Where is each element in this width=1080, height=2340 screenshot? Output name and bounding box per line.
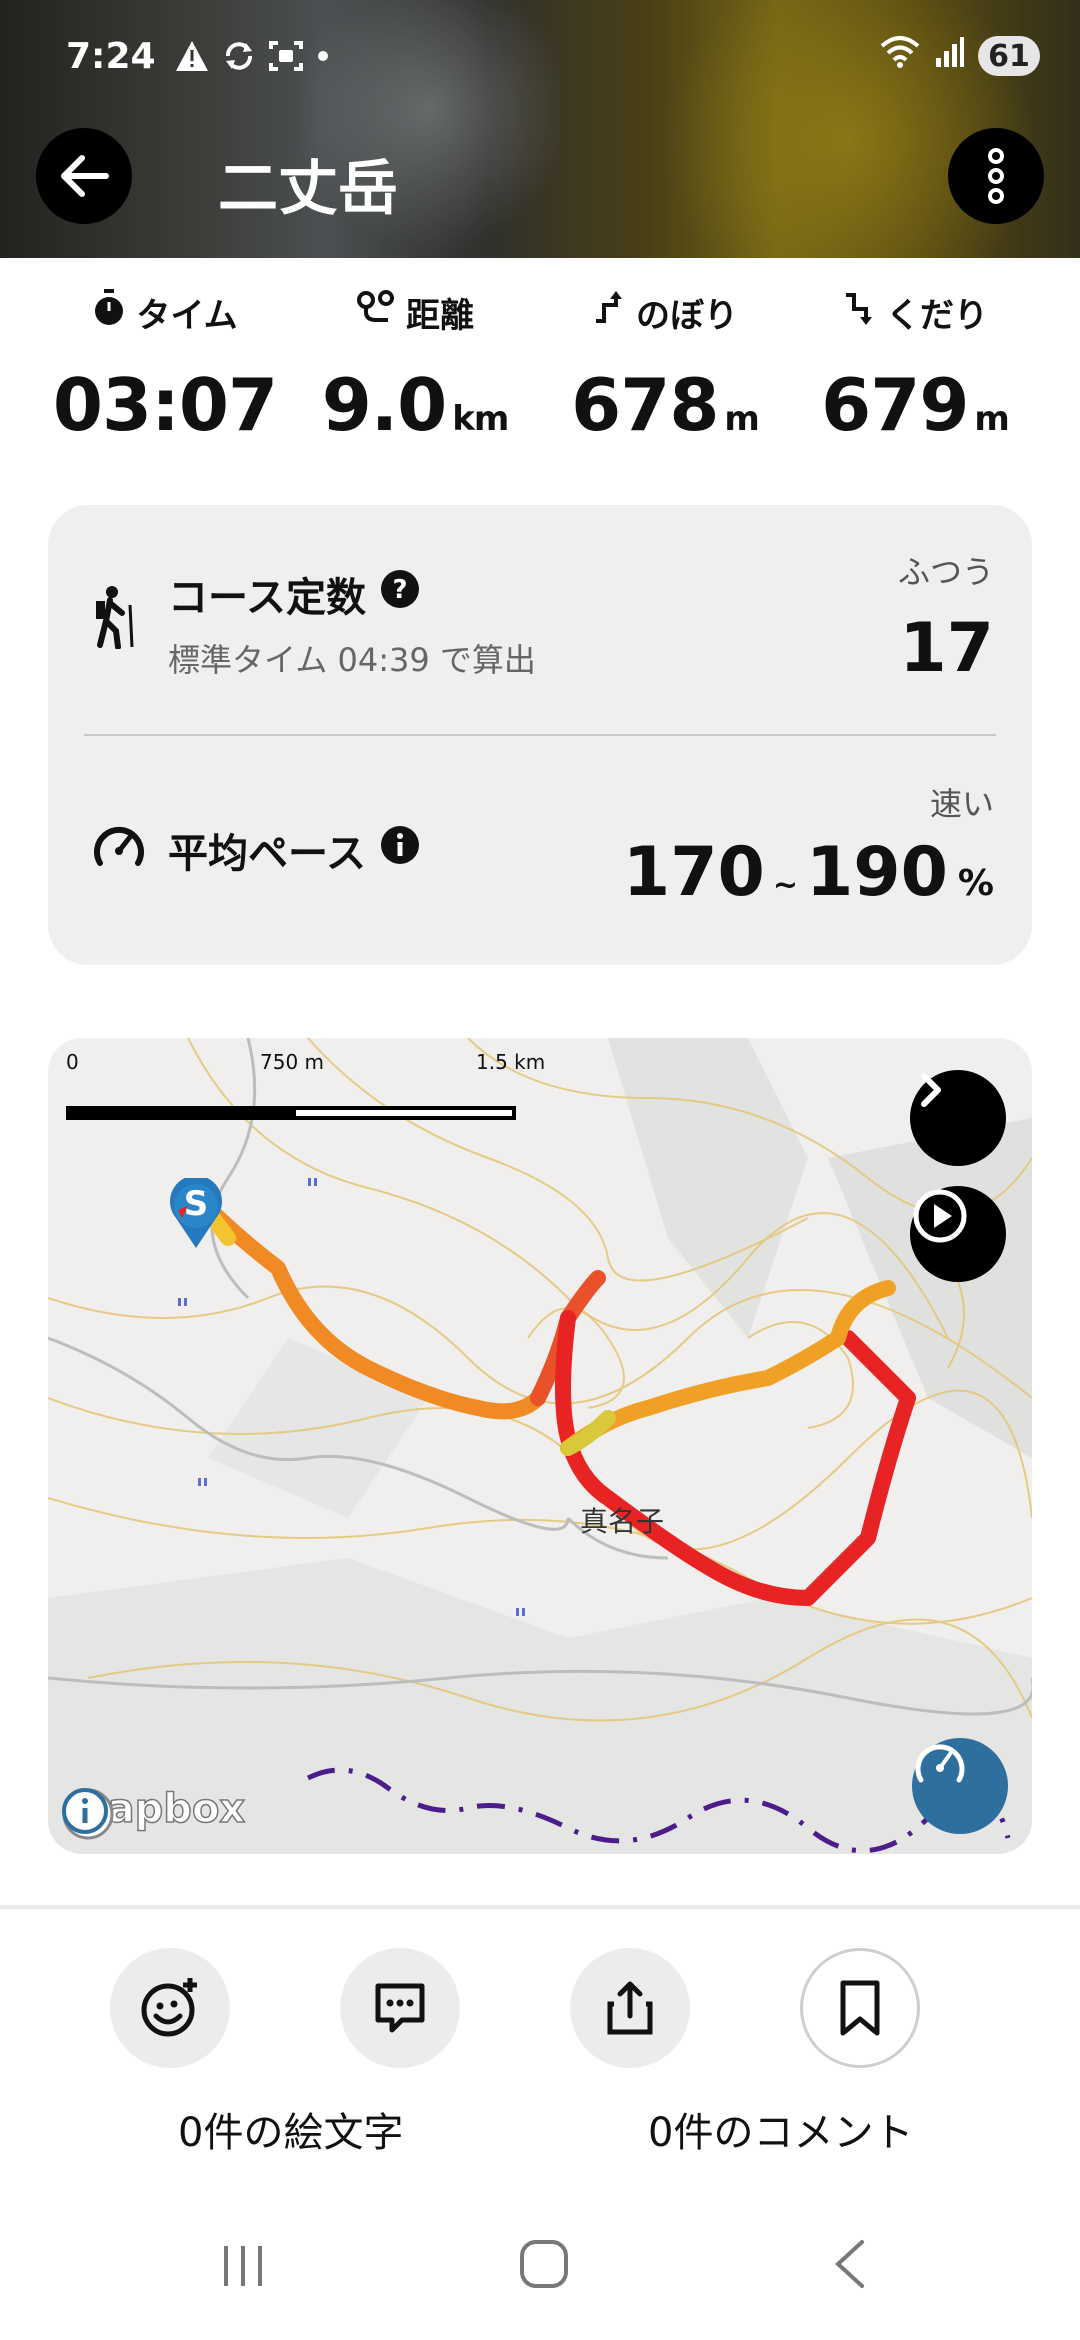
system-nav-bar	[0, 2230, 1080, 2310]
warning-icon	[174, 39, 210, 73]
stat-value: 9.0	[321, 363, 448, 447]
course-info-card: コース定数 ? 標準タイム 04:39 で算出 ふつう 17 平均ペース 速い …	[48, 505, 1032, 965]
recent-apps-button[interactable]	[218, 2240, 268, 2294]
arrow-left-icon	[61, 155, 109, 197]
home-button[interactable]	[518, 2238, 570, 2294]
stat-unit: km	[452, 399, 509, 439]
bookmark-icon	[840, 1980, 880, 2036]
section-separator	[0, 1905, 1080, 1909]
map-speed-button[interactable]	[912, 1738, 1008, 1834]
back-button[interactable]	[36, 128, 132, 224]
stat-time: タイム 03:07	[40, 288, 290, 447]
pace-tag: 速い	[929, 785, 994, 823]
stat-unit: m	[724, 399, 759, 439]
route-map[interactable]: 0 750 m 1.5 km 真名子 S mapbox	[48, 1038, 1032, 1854]
help-icon[interactable]: ?	[380, 569, 420, 619]
comment-button[interactable]	[340, 1948, 460, 2068]
scale-label-end: 1.5 km	[476, 1050, 546, 1074]
more-vertical-icon	[988, 148, 1004, 204]
add-emoji-button[interactable]	[110, 1948, 230, 2068]
stat-value: 03:07	[52, 363, 278, 447]
map-play-button[interactable]	[910, 1186, 1006, 1282]
stat-distance: 距離 9.0 km	[290, 288, 540, 447]
course-constant-value: 17	[899, 609, 994, 688]
screenshot-icon	[268, 39, 304, 73]
map-canvas	[48, 1038, 1032, 1854]
pace-range: 170 ~ 190 %	[623, 833, 994, 912]
page-title: 二丈岳	[218, 154, 398, 224]
pace-separator: ~	[772, 868, 798, 903]
course-constant-row: コース定数 ? 標準タイム 04:39 で算出 ふつう 17	[48, 505, 1032, 735]
signal-icon	[934, 36, 964, 77]
stat-unit: m	[974, 399, 1009, 439]
speedometer-icon	[915, 1744, 965, 1783]
stat-label: タイム	[136, 296, 238, 336]
back-nav-button[interactable]	[828, 2238, 872, 2294]
svg-text:?: ?	[392, 575, 407, 605]
chevron-right-icon	[921, 1073, 941, 1107]
ascent-icon	[592, 291, 626, 334]
map-next-button[interactable]	[910, 1070, 1006, 1166]
start-marker[interactable]: S	[168, 1178, 224, 1250]
stat-value: 678	[571, 363, 719, 447]
difficulty-tag: ふつう	[897, 553, 994, 591]
share-button[interactable]	[570, 1948, 690, 2068]
descent-icon	[842, 291, 876, 334]
card-divider	[84, 734, 996, 736]
battery-indicator: 61	[978, 36, 1040, 76]
share-icon	[607, 1981, 653, 2035]
sync-icon	[222, 39, 256, 73]
bookmark-button[interactable]	[800, 1948, 920, 2068]
scale-label-start: 0	[66, 1050, 79, 1074]
stat-value: 679	[821, 363, 969, 447]
route-pin-icon	[356, 290, 396, 335]
scale-bar	[66, 1106, 516, 1120]
average-pace-title: 平均ペース	[168, 831, 366, 877]
pace-min: 170	[622, 833, 765, 912]
start-marker-label: S	[183, 1184, 209, 1224]
stopwatch-icon	[92, 289, 126, 336]
comment-count[interactable]: 0件のコメント	[648, 2100, 913, 2158]
wifi-icon	[880, 35, 920, 77]
comment-icon	[375, 1983, 425, 2033]
notification-dot-icon	[316, 49, 330, 63]
stat-label: くだり	[886, 296, 988, 336]
scale-label-mid: 750 m	[260, 1050, 325, 1074]
info-icon[interactable]	[380, 825, 420, 875]
stats-row: タイム 03:07 距離 9.0 km のぼり 678 m くだり 679 m	[40, 288, 1040, 447]
pace-unit: %	[957, 863, 994, 904]
average-pace-row: 平均ペース 速い 170 ~ 190 %	[48, 737, 1032, 965]
emoji-add-icon	[141, 1978, 197, 2037]
speedometer-icon	[92, 821, 146, 875]
status-time: 7:24	[66, 35, 156, 77]
map-place-label: 真名子	[580, 1505, 665, 1538]
more-options-button[interactable]	[948, 128, 1044, 224]
emoji-count[interactable]: 0件の絵文字	[178, 2100, 403, 2158]
course-constant-title: コース定数	[168, 575, 366, 621]
stat-label: 距離	[406, 296, 474, 336]
stat-label: のぼり	[636, 296, 738, 336]
course-constant-subtitle: 標準タイム 04:39 で算出	[168, 641, 536, 679]
play-circle-icon	[913, 1189, 967, 1243]
stat-ascent: のぼり 678 m	[540, 288, 790, 447]
pace-max: 190	[805, 833, 948, 912]
status-bar: 7:24 61	[66, 30, 1040, 82]
hiker-icon	[92, 585, 140, 653]
stat-descent: くだり 679 m	[790, 288, 1040, 447]
mapbox-attribution[interactable]: mapbox	[60, 1785, 261, 1840]
